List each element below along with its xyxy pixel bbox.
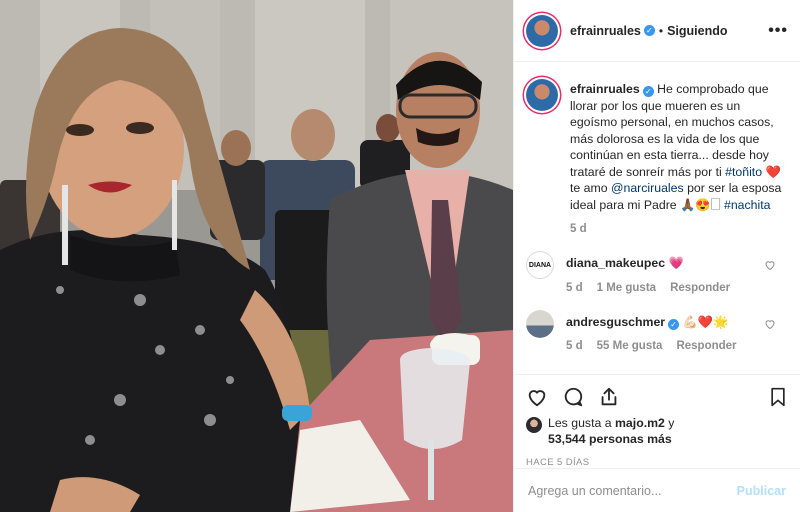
comment-likes[interactable]: 1 Me gusta <box>597 282 656 294</box>
comment-body: 💪🏻❤️🌟 <box>682 314 729 329</box>
likes-summary: Les gusta a majo.m2 y 53,544 personas má… <box>526 415 788 447</box>
add-comment-bar: Publicar <box>514 468 800 512</box>
heart-icon[interactable] <box>526 386 548 408</box>
avatar-logo-text: DIANA <box>528 261 552 269</box>
comment-time: 5 d <box>566 340 583 352</box>
commenter-avatar[interactable] <box>526 309 554 338</box>
hashtag-link[interactable]: #toñito <box>725 165 762 179</box>
likes-prefix: Les gusta a <box>548 416 615 430</box>
post-actions: Les gusta a majo.m2 y 53,544 personas má… <box>514 374 800 468</box>
action-icons-row <box>526 381 788 413</box>
share-icon[interactable] <box>598 386 620 408</box>
likes-text: Les gusta a majo.m2 y 53,544 personas má… <box>548 415 674 447</box>
comment-body: 💗 <box>668 256 684 270</box>
comment-like-heart-icon[interactable] <box>764 259 776 271</box>
commenter-username[interactable]: diana_makeupec <box>566 256 665 270</box>
likes-middle: y <box>664 416 675 430</box>
comment-icon[interactable] <box>562 386 584 408</box>
instagram-post-view: efrainruales ✓ • Siguiendo ••• efrainrua… <box>0 0 800 512</box>
commenter-username[interactable]: andresguschmer <box>566 315 665 329</box>
comment-text: andresguschmer ✓ 💪🏻❤️🌟 <box>566 310 737 331</box>
more-icon[interactable]: ••• <box>768 22 788 40</box>
comment-like-heart-icon[interactable] <box>764 318 776 330</box>
follow-status-button[interactable]: Siguiendo <box>667 24 727 38</box>
post-photo[interactable] <box>0 0 513 512</box>
mention-link[interactable]: @narciruales <box>611 181 684 195</box>
reply-button[interactable]: Responder <box>676 340 736 352</box>
verified-icon: ✓ <box>643 25 655 36</box>
caption-author-avatar[interactable] <box>526 79 558 111</box>
comment-meta: 5 d 55 Me gusta Responder <box>566 340 737 352</box>
comments-section[interactable]: efrainruales ✓ He comprobado que llorar p… <box>514 63 800 373</box>
caption: efrainruales ✓ He comprobado que llorar p… <box>526 79 788 235</box>
comment-likes[interactable]: 55 Me gusta <box>597 340 663 352</box>
reply-button[interactable]: Responder <box>670 282 730 294</box>
likes-count[interactable]: 53,544 personas más <box>548 432 672 446</box>
author-avatar[interactable] <box>526 14 558 47</box>
post-comment-button[interactable]: Publicar <box>737 484 786 498</box>
verified-icon: ✓ <box>668 318 680 330</box>
post-timestamp[interactable]: HACE 5 DÍAS <box>526 457 788 468</box>
caption-text: efrainruales ✓ He comprobado que llorar p… <box>570 79 788 213</box>
liker-avatar[interactable] <box>526 417 542 433</box>
separator-dot: • <box>658 23 664 38</box>
comment-item: DIANA diana_makeupec 💗 5 d 1 Me gusta Re… <box>526 251 788 294</box>
comment-input[interactable] <box>528 483 737 498</box>
verified-icon: ✓ <box>642 86 654 97</box>
author-username[interactable]: efrainruales <box>570 24 641 38</box>
caption-meta: 5 d <box>570 223 788 235</box>
comment-item: andresguschmer ✓ 💪🏻❤️🌟 5 d 55 Me gusta Re… <box>526 309 788 352</box>
post-header: efrainruales ✓ • Siguiendo ••• <box>514 0 800 62</box>
comment-text: diana_makeupec 💗 <box>566 251 730 272</box>
bookmark-icon[interactable] <box>768 386 788 408</box>
hashtag-link[interactable]: #nachita <box>724 198 771 212</box>
liker-username[interactable]: majo.m2 <box>615 416 665 430</box>
caption-username[interactable]: efrainruales <box>570 82 640 96</box>
commenter-avatar[interactable]: DIANA <box>526 251 554 279</box>
comment-time: 5 d <box>566 281 583 294</box>
event-photo-illustration <box>0 0 513 512</box>
post-side-panel: efrainruales ✓ • Siguiendo ••• efrainrua… <box>513 0 800 512</box>
comment-meta: 5 d 1 Me gusta Responder <box>566 282 730 294</box>
caption-time: 5 d <box>570 223 587 235</box>
